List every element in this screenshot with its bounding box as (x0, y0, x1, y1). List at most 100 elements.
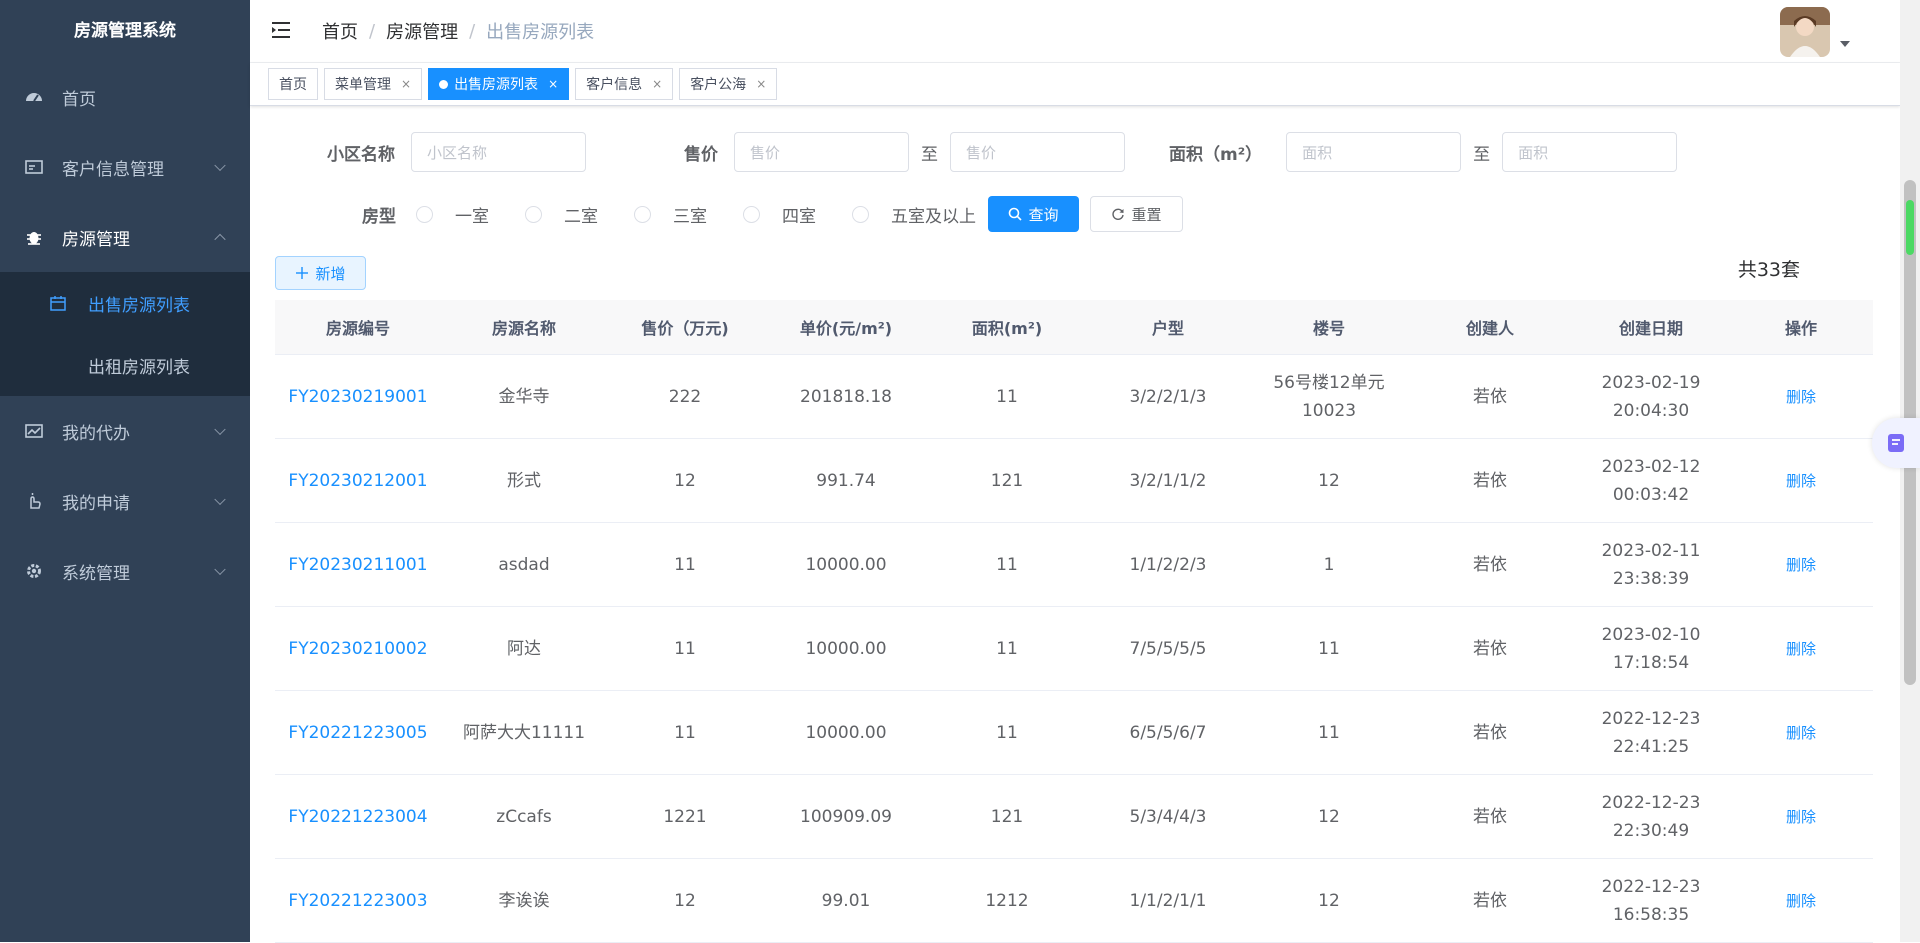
delete-button[interactable]: 删除 (1729, 691, 1873, 774)
tag-customer-pool[interactable]: 客户公海 × (679, 68, 778, 100)
house-price: 11 (674, 638, 696, 659)
sidebar-item-label: 系统管理 (62, 563, 130, 584)
tag-menu[interactable]: 菜单管理 × (324, 68, 423, 100)
house-date: 2022-12-23 22:30:49 (1601, 792, 1701, 841)
house-creator: 若依 (1473, 470, 1507, 491)
price-to-label: 至 (921, 144, 938, 165)
house-unit-price: 10000.00 (805, 722, 887, 743)
area-max-input[interactable]: 面积 (1502, 132, 1678, 172)
main-content: 小区名称 小区名称 售价 售价 至 售价 面积（m²） 面积 至 面积 房型 一… (250, 107, 1900, 943)
radio-one-room[interactable]: 一室 (416, 202, 489, 227)
tag-sale-list[interactable]: 出售房源列表 × (428, 68, 570, 100)
query-button[interactable]: 查询 (988, 196, 1079, 232)
submenu-house: 出售房源列表 出租房源列表 (0, 272, 250, 396)
sidebar-item-house[interactable]: 房源管理 (0, 202, 250, 272)
app-title: 房源管理系统 (74, 21, 176, 41)
house-building: 1 (1323, 554, 1335, 575)
delete-button[interactable]: 删除 (1729, 859, 1873, 942)
house-building: 12 (1318, 890, 1340, 911)
radio-five-plus-room[interactable]: 五室及以上 (852, 202, 976, 227)
document-icon (1888, 434, 1904, 452)
delete-button[interactable]: 删除 (1729, 523, 1873, 606)
tag-customer-info[interactable]: 客户信息 × (575, 68, 674, 100)
house-id-link[interactable]: FY20230210002 (275, 607, 441, 690)
tag-label: 菜单管理 (335, 77, 391, 93)
close-icon[interactable]: × (652, 77, 662, 91)
house-building: 12 (1318, 806, 1340, 827)
tag-home[interactable]: 首页 (268, 68, 318, 100)
house-price: 11 (674, 554, 696, 575)
chart-icon (24, 421, 44, 441)
radio-two-room[interactable]: 二室 (525, 202, 598, 227)
column-header: 操作 (1784, 319, 1817, 338)
sidebar-item-sale-list[interactable]: 出售房源列表 (0, 272, 250, 334)
breadcrumb-house[interactable]: 房源管理 (386, 18, 458, 44)
dashboard-icon (24, 87, 44, 107)
house-id-link[interactable]: FY20221223004 (275, 775, 441, 858)
avatar[interactable] (1780, 7, 1830, 57)
chevron-down-icon (214, 423, 226, 436)
sidebar-item-apply[interactable]: 我的申请 (0, 466, 250, 536)
radio-four-room[interactable]: 四室 (743, 202, 816, 227)
house-layout: 7/5/5/5/5 (1129, 638, 1207, 659)
radio-label: 五室及以上 (891, 206, 976, 227)
house-id-link[interactable]: FY20230219001 (275, 355, 441, 438)
house-price: 12 (674, 470, 696, 491)
add-button[interactable]: 新增 (275, 256, 366, 290)
column-header: 售价（万元) (641, 319, 729, 338)
column-header: 面积(m²) (971, 319, 1043, 338)
floating-assistant-button[interactable] (1872, 418, 1920, 468)
price-min-input[interactable]: 售价 (734, 132, 909, 172)
delete-button[interactable]: 删除 (1729, 439, 1873, 522)
top-navbar: 首页 / 房源管理 / 出售房源列表 (250, 0, 1900, 63)
sidebar-item-label: 首页 (62, 89, 96, 110)
house-date: 2023-02-10 17:18:54 (1601, 624, 1701, 673)
table-row: FY20230211001 asdad 11 10000.00 11 1/1/2… (275, 523, 1873, 607)
radio-three-room[interactable]: 三室 (634, 202, 707, 227)
house-id-link[interactable]: FY20221223005 (275, 691, 441, 774)
vertical-scrollbar[interactable] (1900, 0, 1920, 942)
house-area: 1212 (985, 890, 1029, 911)
sidebar-item-todo[interactable]: 我的代办 (0, 396, 250, 466)
refresh-icon (1112, 208, 1125, 220)
house-area: 11 (996, 554, 1018, 575)
close-icon[interactable]: × (548, 77, 558, 91)
type-label: 房型 (362, 206, 396, 227)
breadcrumb-separator: / (469, 20, 476, 42)
area-min-input[interactable]: 面积 (1286, 132, 1462, 172)
community-input[interactable]: 小区名称 (411, 132, 586, 172)
reset-button[interactable]: 重置 (1090, 196, 1183, 232)
close-icon[interactable]: × (401, 77, 411, 91)
tags-view: 首页 菜单管理 × 出售房源列表 × 客户信息 × 客户公海 × (250, 63, 1900, 106)
area-to-label: 至 (1473, 144, 1491, 165)
query-button-label: 查询 (1028, 205, 1059, 224)
sidebar-item-label: 房源管理 (62, 229, 130, 250)
caret-down-icon[interactable] (1840, 41, 1850, 47)
house-id-link[interactable]: FY20221223003 (275, 859, 441, 942)
breadcrumb-home[interactable]: 首页 (322, 18, 358, 44)
house-name: 李诶诶 (498, 890, 550, 911)
house-building: 56号楼12单元10023 (1273, 372, 1385, 421)
column-header: 户型 (1151, 319, 1184, 338)
price-max-input[interactable]: 售价 (950, 132, 1125, 172)
sidebar-item-system[interactable]: 系统管理 (0, 536, 250, 606)
scroll-indicator (1906, 200, 1914, 255)
close-icon[interactable]: × (756, 77, 766, 91)
sidebar-item-rent-list[interactable]: 出租房源列表 (0, 334, 250, 396)
house-unit-price: 10000.00 (805, 638, 887, 659)
house-unit-price: 10000.00 (805, 554, 887, 575)
house-name: 形式 (507, 470, 541, 491)
house-id-link[interactable]: FY20230211001 (275, 523, 441, 606)
radio-label: 四室 (782, 206, 816, 227)
search-row-1: 小区名称 小区名称 售价 售价 至 售价 面积（m²） 面积 至 面积 (327, 132, 1678, 172)
delete-button[interactable]: 删除 (1729, 775, 1873, 858)
sidebar-item-home[interactable]: 首页 (0, 62, 250, 132)
delete-button[interactable]: 删除 (1729, 607, 1873, 690)
house-id-link[interactable]: FY20230212001 (275, 439, 441, 522)
house-creator: 若依 (1473, 554, 1507, 575)
sidebar-item-customer[interactable]: 客户信息管理 (0, 132, 250, 202)
hamburger-icon[interactable] (270, 19, 294, 43)
delete-button[interactable]: 删除 (1729, 355, 1873, 438)
community-label: 小区名称 (327, 144, 395, 165)
house-creator: 若依 (1473, 806, 1507, 827)
